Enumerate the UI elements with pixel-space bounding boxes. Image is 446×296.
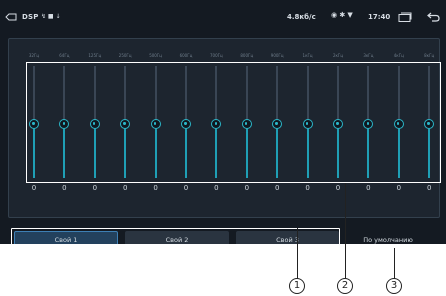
head-unit-screen: DSP ↯ ■ ↓ 4.8кб/с ◉ ✱ ▼ 17:40 32Гц 0 64Гц 0… xyxy=(0,0,446,244)
band-slider-knob[interactable] xyxy=(302,119,313,129)
band-slider-fill xyxy=(33,129,35,178)
band-value-label: 0 xyxy=(153,184,158,192)
clock: 17:40 xyxy=(368,13,391,21)
band-slider-knob[interactable] xyxy=(29,119,39,129)
band-frequency-label: 500Гц xyxy=(149,53,162,58)
band-value-label: 0 xyxy=(122,184,128,192)
band-value-label: 0 xyxy=(183,184,189,192)
presets-highlight-frame xyxy=(11,228,340,253)
usb-icon: ↯ ■ ↓ xyxy=(41,13,61,20)
band-frequency-label: 3кГц xyxy=(363,53,374,58)
location-bluetooth-wifi-icons: ◉ ✱ ▼ xyxy=(331,11,353,19)
callout-3: 3 xyxy=(386,278,402,294)
band-frequency-label: 700Гц xyxy=(209,53,223,58)
band-frequency-label: 1кГц xyxy=(302,53,313,58)
band-value-label: 0 xyxy=(62,184,67,192)
callout-line-1 xyxy=(297,228,298,279)
band-value-label: 0 xyxy=(274,184,280,192)
band-slider-fill xyxy=(215,129,218,178)
band-slider-fill xyxy=(428,129,431,178)
band-frequency-label: 64Гц xyxy=(59,53,70,58)
band-value-label: 0 xyxy=(31,184,37,192)
band-frequency-label: 600Гц xyxy=(179,53,193,58)
band-slider-fill xyxy=(397,129,400,178)
band-slider-fill xyxy=(93,129,96,178)
band-slider-fill xyxy=(124,129,127,178)
band-slider-fill xyxy=(276,129,279,178)
band-slider-knob[interactable] xyxy=(89,119,100,129)
band-value-label: 0 xyxy=(214,184,219,192)
band-slider-knob[interactable] xyxy=(181,119,191,129)
band-value-label: 0 xyxy=(92,184,98,192)
callout-line-2 xyxy=(345,183,346,279)
band-frequency-label: 250Гц xyxy=(118,53,132,58)
band-value-label: 0 xyxy=(244,184,250,192)
callout-2: 2 xyxy=(337,278,353,294)
band-slider-knob[interactable] xyxy=(150,119,161,129)
band-value-label: 0 xyxy=(305,184,310,192)
band-frequency-label: 32Гц xyxy=(28,53,40,58)
back-icon[interactable] xyxy=(426,11,440,22)
band-value-label: 0 xyxy=(366,184,371,192)
band-value-label: 0 xyxy=(426,184,432,192)
band-frequency-label: 4кГц xyxy=(393,53,404,58)
band-frequency-label: 800Гц xyxy=(240,53,254,58)
callout-1: 1 xyxy=(289,278,305,294)
net-speed: 4.8кб/с xyxy=(287,13,316,21)
band-slider-fill xyxy=(337,129,339,178)
app-label: DSP xyxy=(22,13,39,21)
band-slider-fill xyxy=(154,129,157,178)
reset-default-button[interactable]: По умолчанию xyxy=(345,231,431,244)
callout-line-3 xyxy=(394,248,395,279)
recent-apps-icon[interactable] xyxy=(398,12,412,22)
band-frequency-label: 900Гц xyxy=(270,53,284,58)
band-slider-knob[interactable] xyxy=(333,119,343,129)
band-slider-fill xyxy=(367,129,370,178)
band-slider-fill xyxy=(306,129,309,178)
band-frequency-label: 8кГц xyxy=(424,53,435,58)
band-slider-fill xyxy=(63,129,66,178)
band-frequency-label: 125Гц xyxy=(88,53,102,58)
band-frequency-label: 2кГц xyxy=(332,53,344,58)
home-icon[interactable] xyxy=(5,13,17,21)
status-bar: DSP ↯ ■ ↓ 4.8кб/с ◉ ✱ ▼ 17:40 xyxy=(0,0,446,30)
band-slider-knob[interactable] xyxy=(393,119,404,129)
band-slider-fill xyxy=(245,129,248,178)
band-slider-knob[interactable] xyxy=(241,119,252,129)
band-value-label: 0 xyxy=(396,184,402,192)
band-slider-fill xyxy=(185,129,187,178)
